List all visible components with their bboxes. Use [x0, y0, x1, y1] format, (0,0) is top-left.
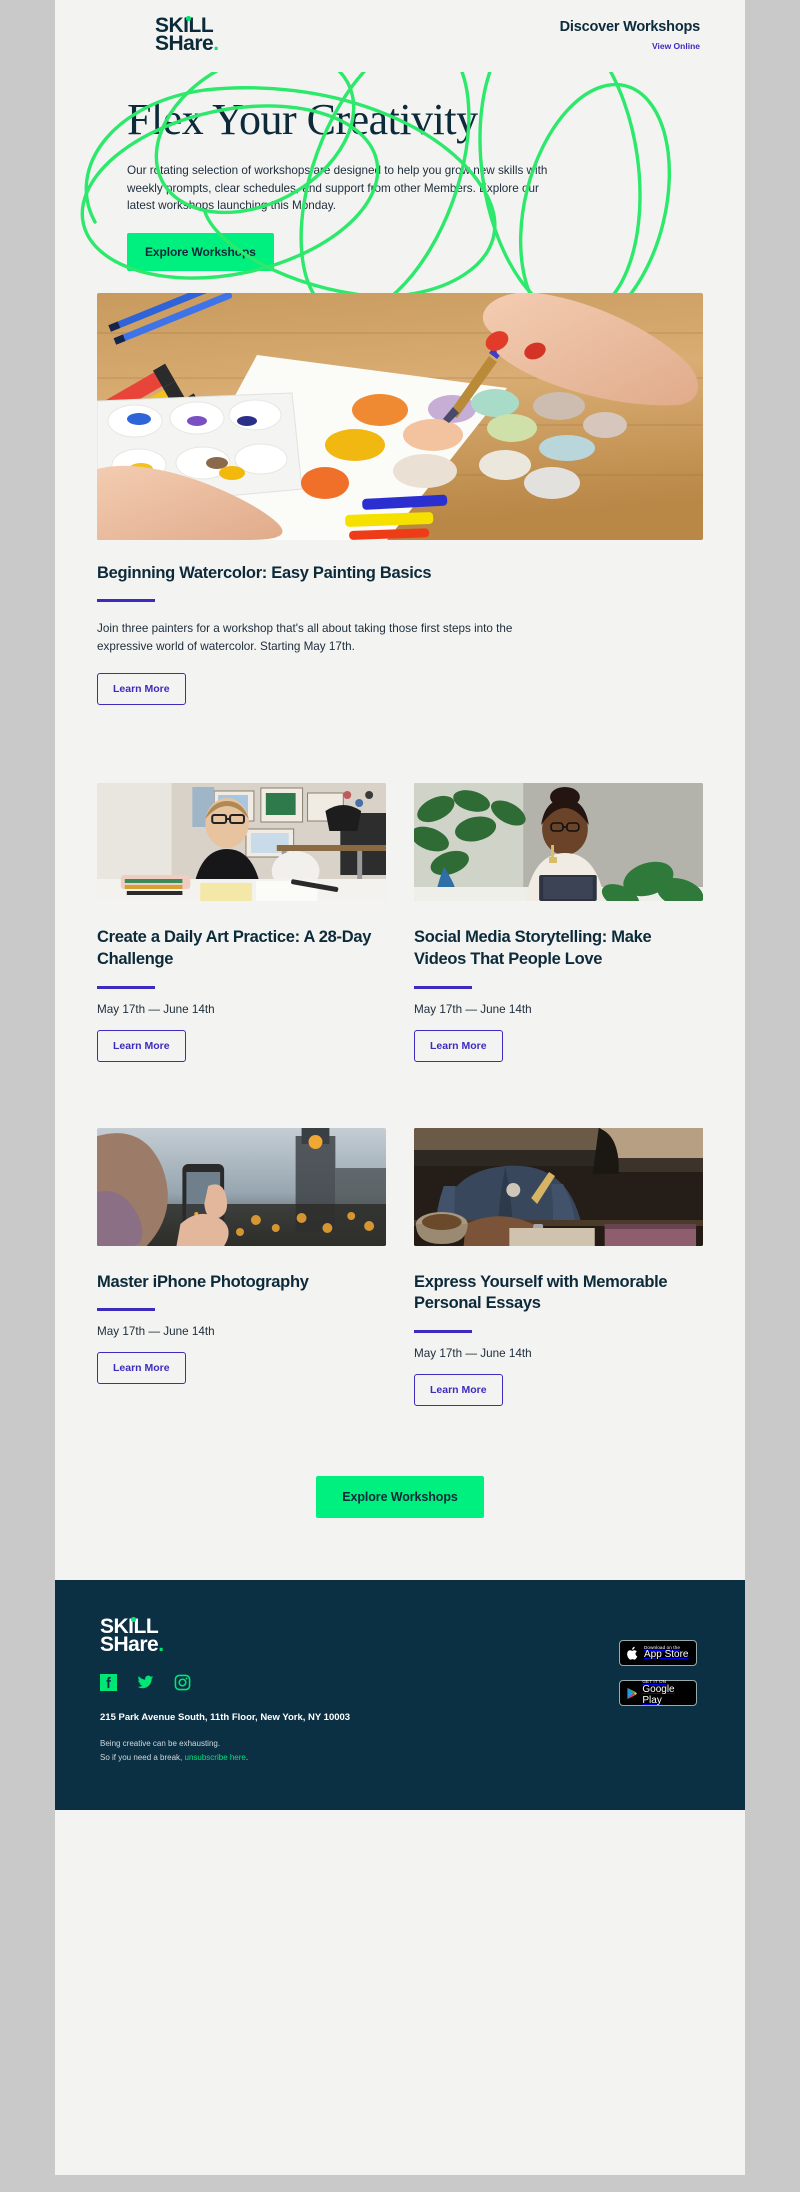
- footer-logo-i-dot: [131, 1617, 136, 1622]
- card-learn-more-button[interactable]: Learn More: [414, 1374, 503, 1407]
- card-underline-rule: [97, 1308, 155, 1312]
- app-store-badge[interactable]: Download on the App Store: [619, 1640, 697, 1667]
- legal-line-2-prefix: So if you need a break,: [100, 1752, 185, 1762]
- unsubscribe-link[interactable]: unsubscribe here: [185, 1753, 246, 1762]
- card-title: Express Yourself with Memorable Personal…: [414, 1272, 668, 1313]
- logo-i-dot: [186, 16, 191, 21]
- legal-line-2: So if you need a break, unsubscribe here…: [100, 1751, 700, 1765]
- card-underline-rule: [414, 1330, 472, 1334]
- google-play-badge[interactable]: GET IT ON Google Play: [619, 1679, 697, 1707]
- google-play-big-text: Google Play: [642, 1684, 675, 1706]
- apple-icon: [627, 1646, 638, 1660]
- card-image-daily-art: [97, 783, 386, 902]
- app-store-badges: Download on the App Store GET IT ON Goog…: [619, 1640, 697, 1707]
- card-title: Create a Daily Art Practice: A 28-Day Ch…: [97, 928, 372, 968]
- card-dates: May 17th — June 14th: [414, 1002, 532, 1016]
- discover-workshops-title: Discover Workshops: [559, 19, 701, 35]
- footer-logo-period: .: [158, 1633, 164, 1657]
- facebook-icon: [100, 1674, 117, 1692]
- card-title: Social Media Storytelling: Make Videos T…: [414, 928, 652, 968]
- card-title: Master iPhone Photography: [97, 1272, 309, 1291]
- logo-line-2: SHare: [155, 32, 214, 56]
- card-image-iphone-photography: [97, 1127, 386, 1246]
- legal-text: Being creative can be exhausting. So if …: [100, 1737, 700, 1764]
- instagram-icon: [174, 1674, 191, 1691]
- card-image-social-storytelling: [414, 783, 703, 902]
- bottom-cta-section: Explore Workshops: [55, 1406, 745, 1519]
- featured-workshop-description: Join three painters for a workshop that'…: [97, 622, 513, 653]
- hero-body: Our rotating selection of workshops are …: [127, 164, 548, 213]
- card-image-personal-essays: [414, 1127, 703, 1246]
- hero-explore-workshops-button[interactable]: Explore Workshops: [127, 233, 274, 272]
- twitter-icon: [137, 1675, 154, 1689]
- logo-period: .: [213, 32, 219, 56]
- footer-skillshare-logo: SKILL SHare.: [100, 1616, 700, 1657]
- card-underline-rule: [414, 985, 472, 989]
- card-learn-more-button[interactable]: Learn More: [414, 1029, 503, 1062]
- email-header: SKILL SHare. Discover Workshops View Onl…: [55, 0, 745, 72]
- hero-section: Flex Your Creativity Our rotating select…: [55, 72, 745, 312]
- card-learn-more-button[interactable]: Learn More: [97, 1029, 186, 1062]
- workshop-card-row-2: Master iPhone Photography May 17th — Jun…: [55, 1127, 745, 1407]
- workshop-card-row-1: Create a Daily Art Practice: A 28-Day Ch…: [55, 783, 745, 1062]
- google-play-icon: [627, 1687, 637, 1699]
- card-dates: May 17th — June 14th: [97, 1002, 215, 1016]
- hero-title: Flex Your Creativity: [127, 95, 478, 144]
- email-page: SKILL SHare. Discover Workshops View Onl…: [0, 0, 800, 2192]
- app-store-big-text: App Store: [644, 1649, 689, 1661]
- card-underline-rule: [97, 985, 155, 989]
- title-underline-rule: [97, 599, 155, 603]
- hero-image-wrap: [55, 271, 745, 541]
- view-online-link[interactable]: View Online: [560, 41, 700, 51]
- social-links: [100, 1674, 700, 1692]
- card-learn-more-button[interactable]: Learn More: [97, 1352, 186, 1385]
- card-dates: May 17th — June 14th: [97, 1325, 215, 1339]
- featured-learn-more-button[interactable]: Learn More: [97, 673, 186, 706]
- legal-line-2-suffix: .: [245, 1752, 249, 1762]
- workshop-card[interactable]: Express Yourself with Memorable Personal…: [414, 1127, 703, 1407]
- workshop-card[interactable]: Create a Daily Art Practice: A 28-Day Ch…: [97, 783, 386, 1062]
- header-right-block: Discover Workshops View Online: [559, 19, 701, 51]
- featured-workshop-title: Beginning Watercolor: Easy Painting Basi…: [97, 564, 432, 583]
- instagram-link[interactable]: [174, 1674, 191, 1691]
- legal-line-1: Being creative can be exhausting.: [100, 1739, 221, 1749]
- card-dates: May 17th — June 14th: [414, 1347, 532, 1361]
- email-content-area: SKILL SHare. Discover Workshops View Onl…: [55, 0, 745, 2175]
- email-footer: SKILL SHare. 215 Park Avenue South, 11th…: [55, 1580, 745, 1811]
- skillshare-logo: SKILL SHare.: [155, 15, 219, 56]
- workshop-card[interactable]: Social Media Storytelling: Make Videos T…: [414, 783, 703, 1062]
- company-address: 215 Park Avenue South, 11th Floor, New Y…: [100, 1712, 351, 1724]
- facebook-link[interactable]: [100, 1674, 117, 1692]
- hero-image-watercolor: [97, 293, 703, 541]
- featured-workshop-block: Beginning Watercolor: Easy Painting Basi…: [55, 540, 745, 706]
- twitter-link[interactable]: [137, 1674, 154, 1691]
- workshop-card[interactable]: Master iPhone Photography May 17th — Jun…: [97, 1127, 386, 1407]
- footer-logo-line-2: SHare: [100, 1633, 159, 1657]
- bottom-explore-workshops-button[interactable]: Explore Workshops: [316, 1476, 484, 1519]
